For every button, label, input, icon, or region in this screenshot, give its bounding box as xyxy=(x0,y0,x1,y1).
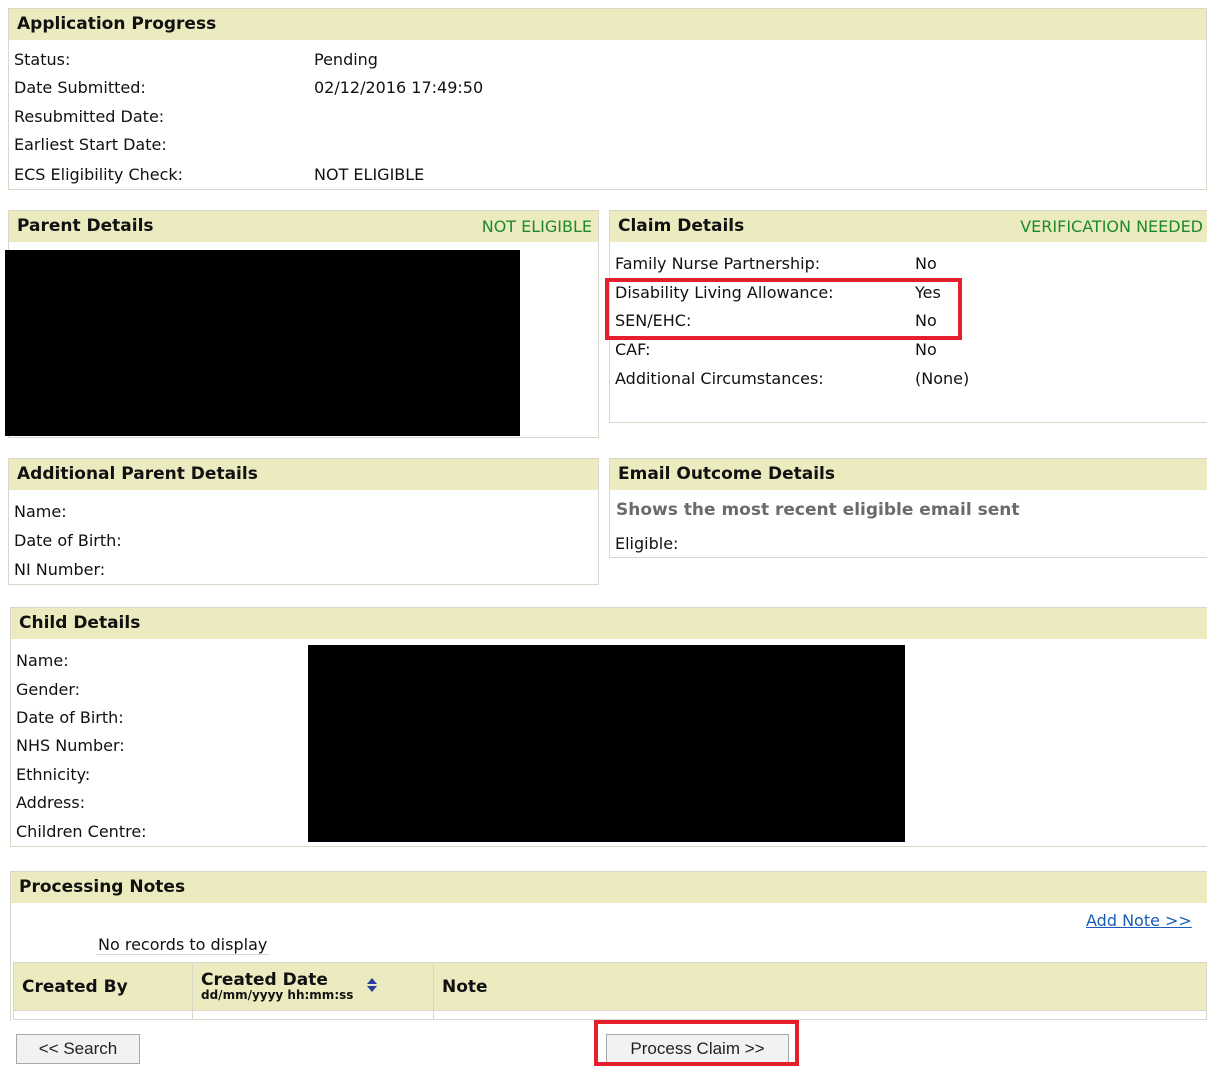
additional-parent-dob-label: Date of Birth: xyxy=(14,531,122,550)
application-progress-header: Application Progress xyxy=(9,9,1206,40)
highlight-box-process xyxy=(594,1020,799,1066)
child-name-label: Name: xyxy=(16,651,69,670)
earliest-start-date-label: Earliest Start Date: xyxy=(14,135,167,154)
date-submitted-value: 02/12/2016 17:49:50 xyxy=(314,78,484,97)
child-ethnicity-label: Ethnicity: xyxy=(16,765,91,784)
child-dob-label: Date of Birth: xyxy=(16,708,124,727)
caf-value: No xyxy=(915,340,937,359)
claim-details-title: Claim Details xyxy=(618,216,745,236)
additional-circumstances-label: Additional Circumstances: xyxy=(615,369,824,388)
email-outcome-subtitle: Shows the most recent eligible email sen… xyxy=(616,500,1020,520)
parent-details-title: Parent Details xyxy=(17,216,154,236)
date-submitted-label: Date Submitted: xyxy=(14,78,146,97)
processing-notes-header: Processing Notes xyxy=(11,872,1207,903)
column-created-date[interactable]: Created Date dd/mm/yyyy hh:mm:ss xyxy=(192,962,434,1011)
column-created-by[interactable]: Created By xyxy=(13,962,193,1011)
additional-parent-panel: Additional Parent Details Name: Date of … xyxy=(8,458,599,585)
add-note-link[interactable]: Add Note >> xyxy=(1086,911,1192,930)
child-nhs-label: NHS Number: xyxy=(16,736,125,755)
caf-label: CAF: xyxy=(615,340,651,359)
child-address-label: Address: xyxy=(16,793,86,812)
sort-icon[interactable] xyxy=(367,977,378,997)
parent-details-status: NOT ELIGIBLE xyxy=(481,217,592,236)
email-outcome-panel: Email Outcome Details Shows the most rec… xyxy=(609,458,1207,558)
family-nurse-value: No xyxy=(915,254,937,273)
created-date-title: Created Date xyxy=(201,970,328,990)
no-records-text: No records to display xyxy=(96,935,270,955)
additional-parent-name-label: Name: xyxy=(14,502,67,521)
child-details-header: Child Details xyxy=(11,608,1207,639)
status-value: Pending xyxy=(314,50,378,69)
application-progress-panel: Application Progress Status: Pending Dat… xyxy=(8,8,1207,190)
ecs-eligibility-value: NOT ELIGIBLE xyxy=(314,165,425,184)
parent-details-header: Parent Details NOT ELIGIBLE xyxy=(9,211,598,242)
created-date-format: dd/mm/yyyy hh:mm:ss xyxy=(201,988,354,1002)
additional-parent-ni-label: NI Number: xyxy=(14,560,106,579)
claim-details-header: Claim Details VERIFICATION NEEDED xyxy=(610,211,1207,242)
child-centre-label: Children Centre: xyxy=(16,822,147,841)
highlight-box-claim xyxy=(605,278,962,340)
child-gender-label: Gender: xyxy=(16,680,81,699)
claim-details-status: VERIFICATION NEEDED xyxy=(1020,217,1203,236)
notes-table-empty-row xyxy=(13,1010,1207,1020)
ecs-eligibility-label: ECS Eligibility Check: xyxy=(14,165,184,184)
family-nurse-label: Family Nurse Partnership: xyxy=(615,254,821,273)
additional-circumstances-value: (None) xyxy=(915,369,970,388)
email-outcome-header: Email Outcome Details xyxy=(610,459,1207,490)
status-label: Status: xyxy=(14,50,71,69)
notes-table-header-row: Created By Created Date dd/mm/yyyy hh:mm… xyxy=(13,962,1207,1011)
notes-table: Created By Created Date dd/mm/yyyy hh:mm… xyxy=(13,962,1207,1020)
email-eligible-label: Eligible: xyxy=(615,534,679,553)
search-button[interactable]: << Search xyxy=(16,1034,140,1064)
additional-parent-header: Additional Parent Details xyxy=(9,459,598,490)
child-details-redaction xyxy=(308,645,905,842)
column-note[interactable]: Note xyxy=(433,962,1207,1011)
parent-details-redaction xyxy=(5,250,520,436)
resubmitted-date-label: Resubmitted Date: xyxy=(14,107,165,126)
